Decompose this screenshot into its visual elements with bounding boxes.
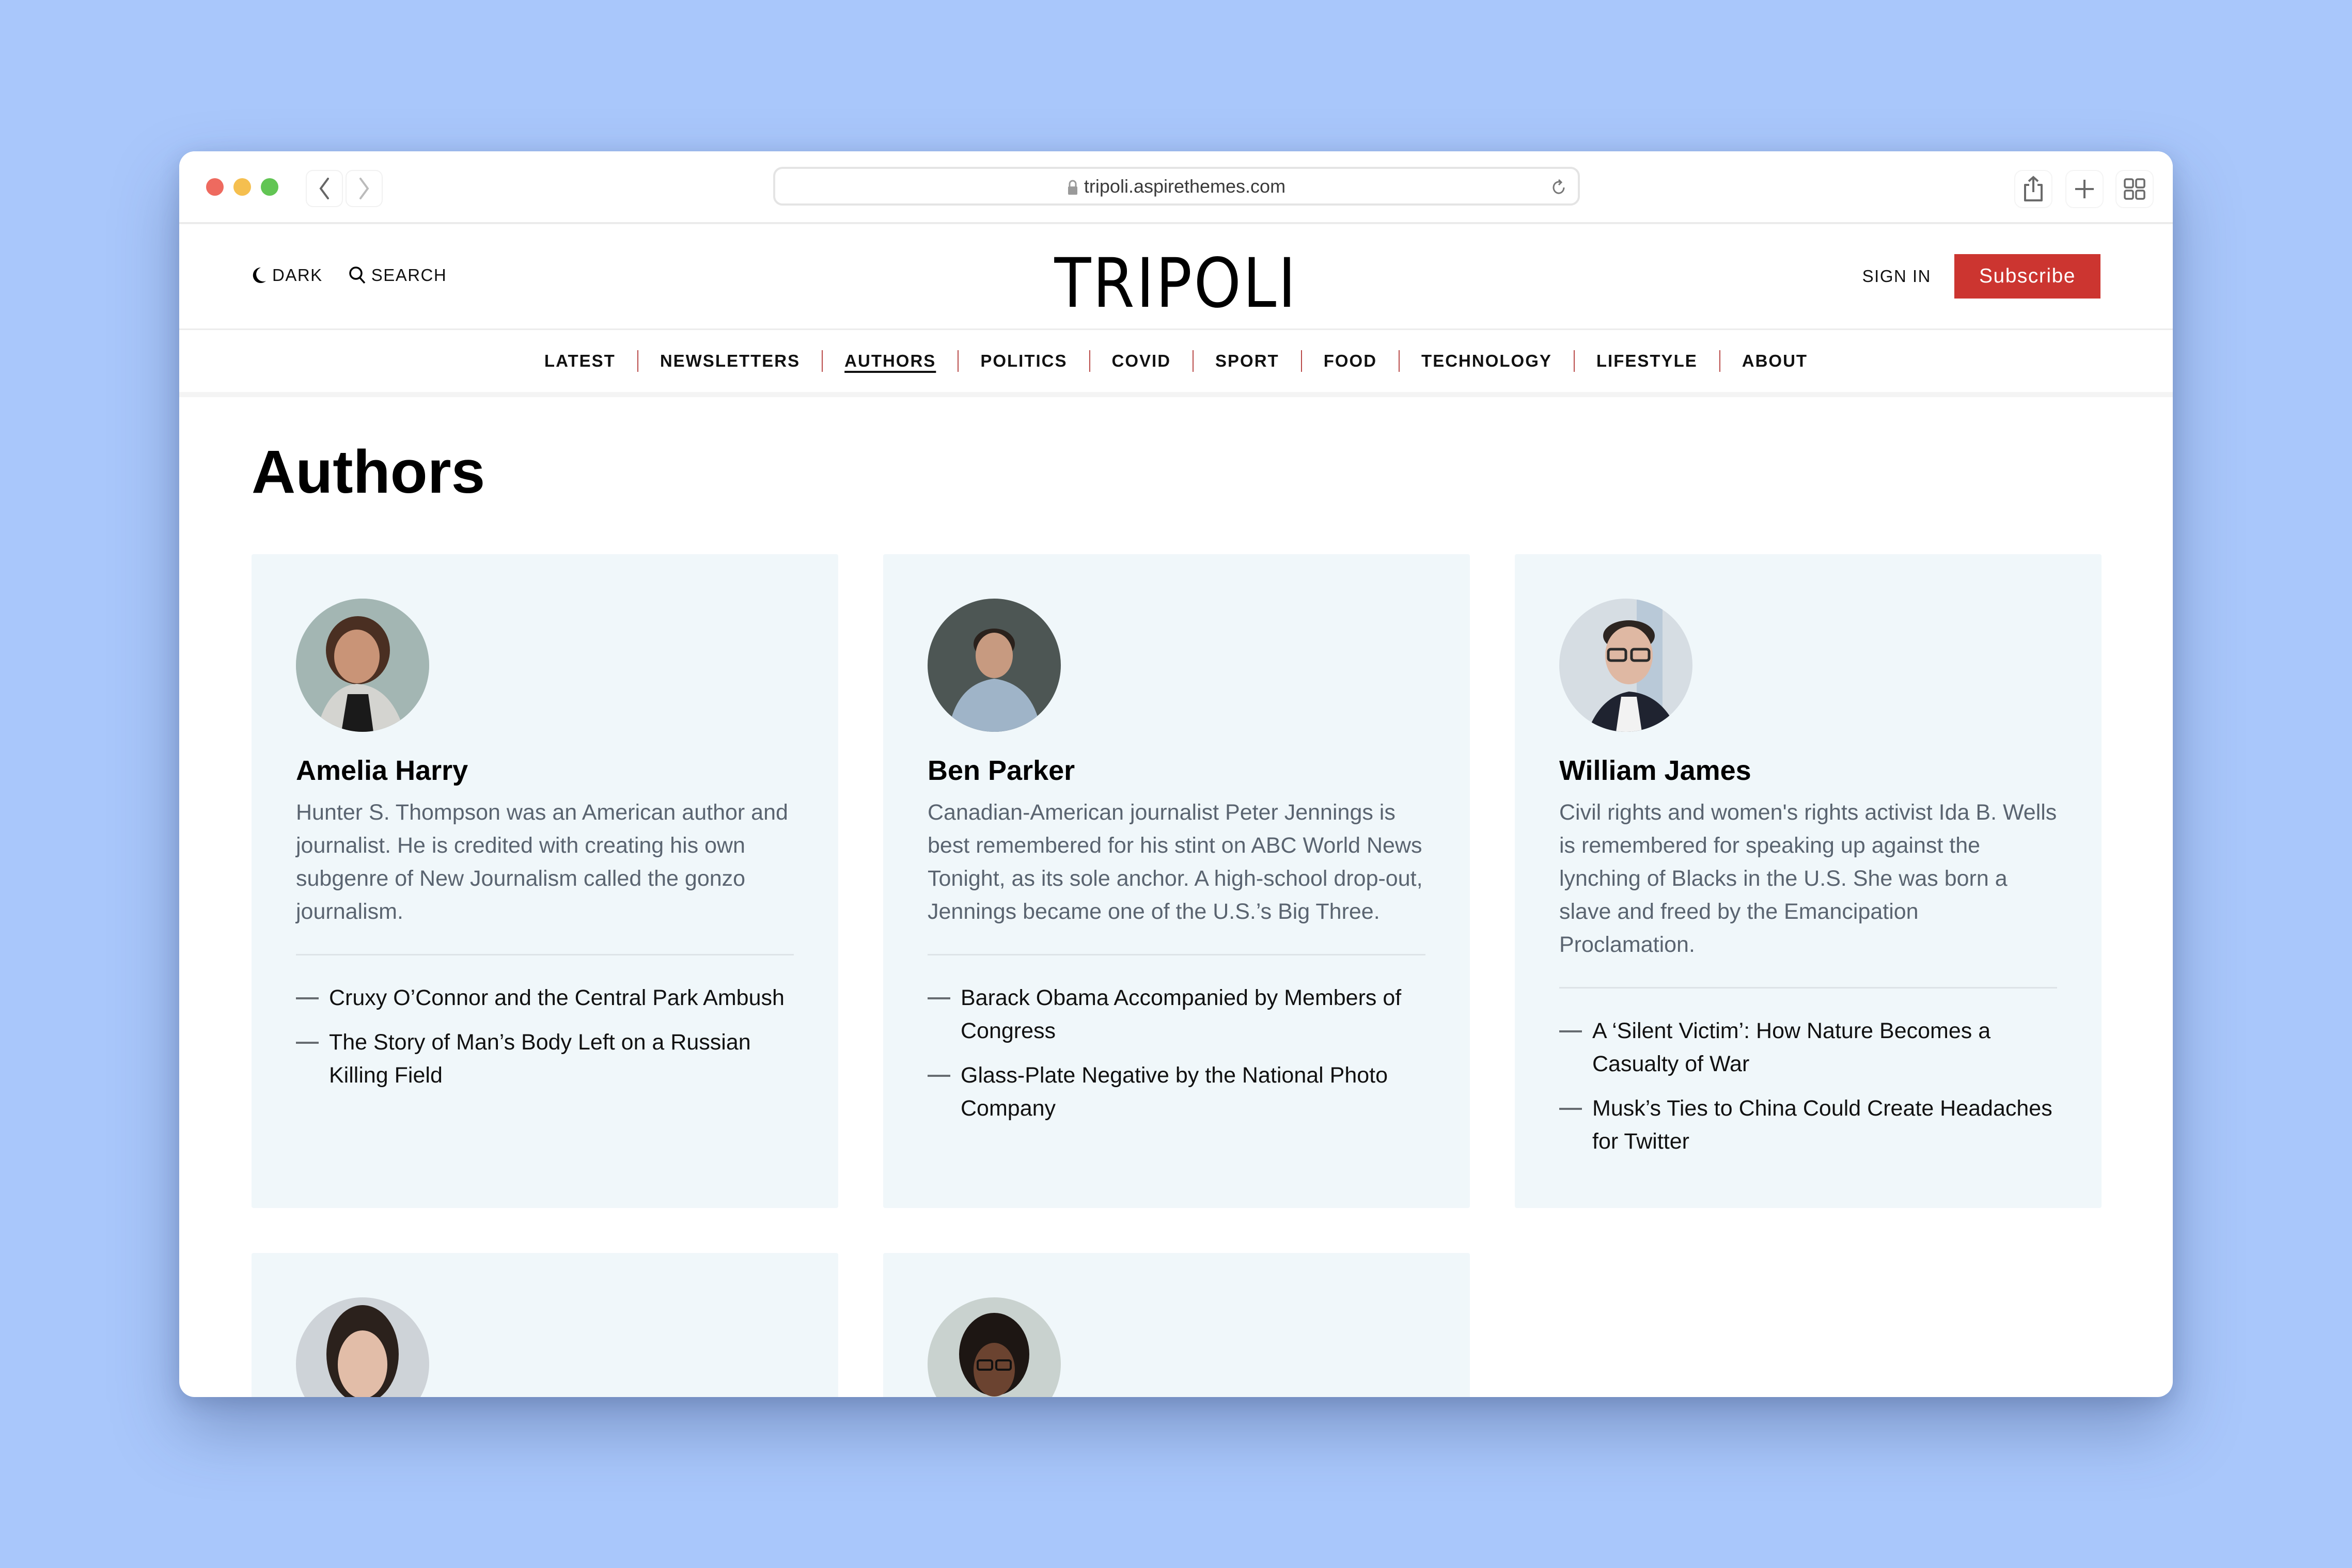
chevron-right-icon	[359, 178, 369, 199]
post-link[interactable]: Cruxy O’Connor and the Central Park Ambu…	[296, 981, 794, 1014]
browser-toolbar: tripoli.aspirethemes.com	[179, 151, 2173, 224]
author-card	[252, 1253, 838, 1397]
share-button[interactable]	[2014, 170, 2052, 208]
moon-icon	[253, 267, 266, 283]
author-bio: Canadian-American journalist Peter Jenni…	[928, 800, 1423, 924]
card-divider	[296, 954, 794, 955]
post-title[interactable]: Musk’s Ties to China Could Create Headac…	[1592, 1092, 2057, 1158]
author-card: Ben Parker Canadian-American journalist …	[883, 554, 1470, 1208]
author-name[interactable]: Amelia Harry	[296, 755, 794, 787]
author-card: Amelia Harry Hunter S. Thompson was an A…	[252, 554, 838, 1208]
close-window-button[interactable]	[206, 178, 224, 196]
page-title: Authors	[252, 438, 485, 506]
nav-item-lifestyle[interactable]: LIFESTYLE	[1575, 351, 1719, 371]
dash-icon	[296, 1026, 329, 1092]
post-title[interactable]: Barack Obama Accompanied by Members of C…	[961, 981, 1425, 1047]
card-divider	[928, 954, 1425, 955]
reload-icon[interactable]	[1550, 177, 1567, 198]
dash-icon	[928, 1059, 961, 1125]
dash-icon	[928, 981, 961, 1047]
nav-item-newsletters[interactable]: NEWSLETTERS	[638, 351, 822, 371]
nav-item-food[interactable]: FOOD	[1302, 351, 1399, 371]
post-title[interactable]: A ‘Silent Victim’: How Nature Becomes a …	[1592, 1014, 2057, 1080]
author-avatar[interactable]	[928, 599, 1061, 732]
post-link[interactable]: Glass-Plate Negative by the National Pho…	[928, 1059, 1425, 1125]
grid-icon	[2124, 178, 2145, 200]
author-bio: Hunter S. Thompson was an American autho…	[296, 800, 788, 924]
nav-item-latest[interactable]: LATEST	[523, 351, 637, 371]
avatar-photo	[296, 1297, 429, 1397]
subscribe-button[interactable]: Subscribe	[1954, 254, 2100, 299]
url-text: tripoli.aspirethemes.com	[1084, 175, 1286, 197]
dash-icon	[1559, 1092, 1592, 1158]
nav-item-covid[interactable]: COVID	[1090, 351, 1193, 371]
author-avatar[interactable]	[296, 1297, 429, 1397]
share-icon	[2024, 176, 2043, 201]
nav-item-politics[interactable]: POLITICS	[959, 351, 1089, 371]
forward-button[interactable]	[346, 170, 383, 207]
plus-icon	[2075, 180, 2094, 198]
post-link[interactable]: Musk’s Ties to China Could Create Headac…	[1559, 1092, 2057, 1158]
nav-item-sport[interactable]: SPORT	[1194, 351, 1301, 371]
chevron-left-icon	[319, 178, 329, 199]
avatar-photo	[928, 599, 1061, 732]
post-link[interactable]: The Story of Man’s Body Left on a Russia…	[296, 1026, 794, 1092]
nav-item-technology[interactable]: TECHNOLOGY	[1400, 351, 1574, 371]
author-card: William James Civil rights and women's r…	[1515, 554, 2102, 1208]
main-nav: LATEST NEWSLETTERS AUTHORS POLITICS COVI…	[179, 330, 2173, 397]
address-bar[interactable]: tripoli.aspirethemes.com	[773, 167, 1580, 206]
avatar-photo	[928, 1297, 1061, 1397]
lock-icon	[1068, 180, 1077, 195]
sign-in-link[interactable]: SIGN IN	[1862, 266, 1931, 286]
author-avatar[interactable]	[296, 599, 429, 732]
author-post-list: A ‘Silent Victim’: How Nature Becomes a …	[1559, 1014, 2057, 1158]
post-link[interactable]: A ‘Silent Victim’: How Nature Becomes a …	[1559, 1014, 2057, 1080]
author-name[interactable]: Ben Parker	[928, 755, 1425, 787]
post-link[interactable]: Barack Obama Accompanied by Members of C…	[928, 981, 1425, 1047]
tab-overview-button[interactable]	[2115, 170, 2154, 208]
site-logo[interactable]: TRIPOLI	[299, 244, 2053, 323]
post-title[interactable]: The Story of Man’s Body Left on a Russia…	[329, 1026, 794, 1092]
post-title[interactable]: Cruxy O’Connor and the Central Park Ambu…	[329, 981, 794, 1014]
author-post-list: Barack Obama Accompanied by Members of C…	[928, 981, 1425, 1125]
browser-window: tripoli.aspirethemes.com DARK SEARCH TRI…	[179, 151, 2173, 1397]
post-title[interactable]: Glass-Plate Negative by the National Pho…	[961, 1059, 1425, 1125]
author-post-list: Cruxy O’Connor and the Central Park Ambu…	[296, 981, 794, 1092]
nav-item-authors[interactable]: AUTHORS	[823, 351, 958, 371]
site-header: DARK SEARCH TRIPOLI SIGN IN Subscribe	[179, 224, 2173, 330]
author-bio: Civil rights and women's rights activist…	[1559, 800, 2057, 957]
minimize-window-button[interactable]	[233, 178, 251, 196]
author-name[interactable]: William James	[1559, 755, 2057, 787]
dash-icon	[296, 981, 329, 1014]
avatar-photo	[296, 599, 429, 732]
avatar-photo	[1559, 599, 1692, 732]
nav-item-about[interactable]: ABOUT	[1720, 351, 1829, 371]
author-avatar[interactable]	[1559, 599, 1692, 732]
dash-icon	[1559, 1014, 1592, 1080]
author-avatar[interactable]	[928, 1297, 1061, 1397]
author-card	[883, 1253, 1470, 1397]
card-divider	[1559, 987, 2057, 989]
back-button[interactable]	[306, 170, 343, 207]
zoom-window-button[interactable]	[261, 178, 278, 196]
new-tab-button[interactable]	[2065, 170, 2104, 208]
